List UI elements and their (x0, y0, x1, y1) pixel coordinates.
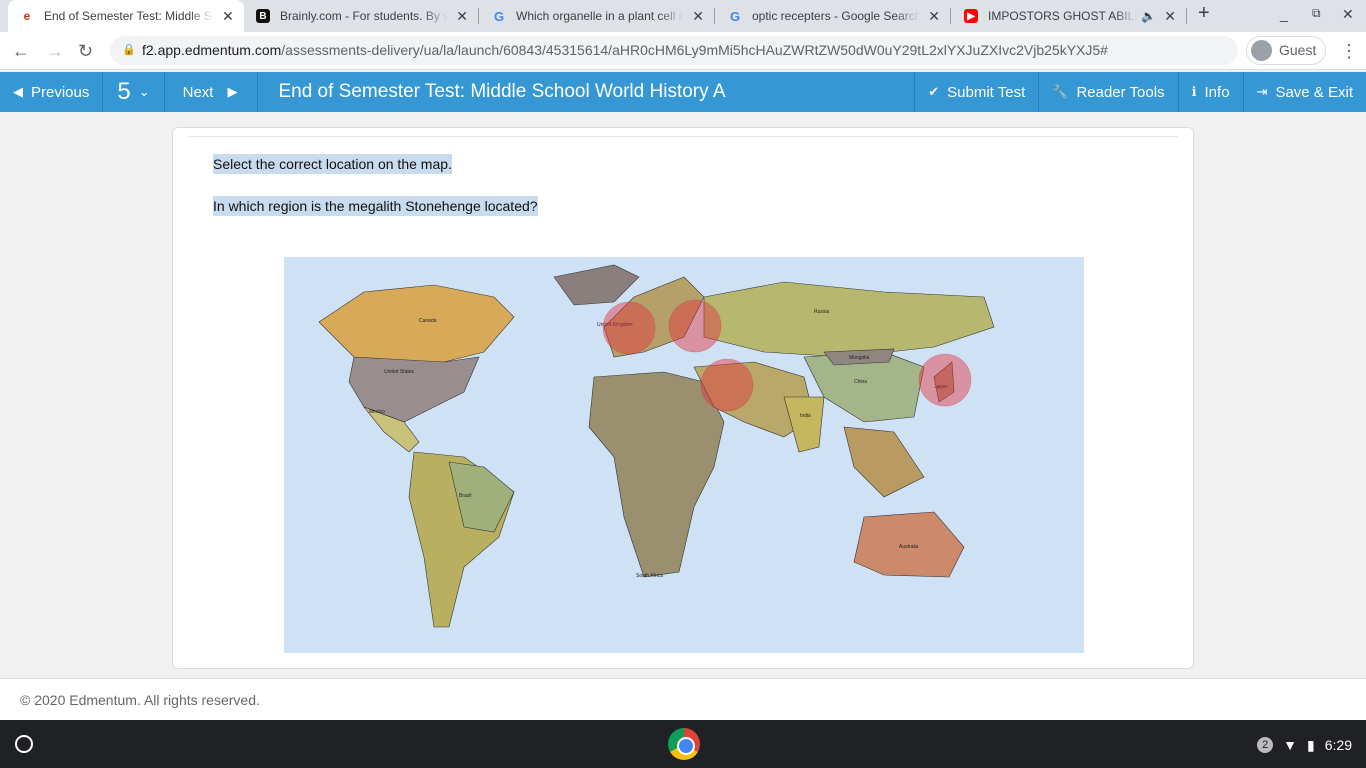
audio-icon[interactable]: 🔈 (1141, 9, 1156, 23)
tab-strip: e End of Semester Test: Middle School Wo… (0, 0, 1366, 32)
question-card: Select the correct location on the map. … (172, 127, 1194, 669)
svg-text:Canada: Canada (419, 318, 437, 324)
save-exit-button[interactable]: ⇥ Save & Exit (1242, 72, 1366, 112)
svg-text:India: India (800, 413, 811, 419)
back-icon[interactable]: ← (12, 41, 30, 62)
brainly-icon: B (256, 9, 270, 23)
world-map: Canada United States Mexico Brazil Russi… (284, 257, 1084, 653)
url-input[interactable]: 🔒 f2.app.edmentum.com/assessments-delive… (110, 36, 1238, 65)
tab-youtube[interactable]: ▶ IMPOSTORS GHOST ABILITY 🔈 ✕ (952, 0, 1186, 32)
svg-text:United States: United States (384, 369, 415, 375)
svg-text:China: China (854, 379, 867, 385)
svg-text:Mongolia: Mongolia (849, 355, 870, 361)
hotspot-western-europe[interactable] (602, 301, 656, 355)
svg-text:Brazil: Brazil (459, 493, 472, 499)
launcher-icon[interactable] (15, 735, 33, 753)
status-tray[interactable]: 2 ▼ ▮ 6:29 (1257, 734, 1352, 756)
hotspot-middle-east[interactable] (700, 358, 754, 412)
test-toolbar: ◀ Previous 5 ⌄ Next ▶ End of Semester Test:… (0, 72, 1366, 112)
google-icon: G (493, 8, 505, 24)
tab-brainly[interactable]: B Brainly.com - For students. By student… (244, 0, 478, 32)
forward-icon[interactable]: → (46, 41, 64, 62)
info-button[interactable]: ℹ Info (1177, 72, 1243, 112)
arrow-right-circle-icon: ▶ (227, 84, 238, 99)
minimize-button[interactable]: _ (1280, 6, 1288, 22)
reload-icon[interactable]: ↻ (78, 41, 93, 62)
sign-in-icon: ⇥ (1256, 84, 1268, 99)
close-tab-icon[interactable]: ✕ (222, 8, 234, 25)
page-title: End of Semester Test: Middle School Worl… (258, 72, 916, 112)
close-window-button[interactable]: ✕ (1342, 6, 1354, 23)
maximize-button[interactable]: ⧉ (1312, 6, 1321, 21)
check-circle-icon: ✔ (928, 84, 940, 99)
question-number-dropdown[interactable]: 5 ⌄ (103, 72, 165, 112)
avatar (1251, 40, 1272, 61)
svg-text:South Africa: South Africa (636, 573, 663, 579)
map-se-asia (843, 426, 925, 498)
close-tab-icon[interactable]: ✕ (928, 8, 940, 25)
tab-google-organelle[interactable]: G Which organelle in a plant cell is ✕ (480, 0, 714, 32)
battery-icon: ▮ (1307, 736, 1315, 753)
clock: 6:29 (1324, 737, 1352, 753)
chrome-icon[interactable] (668, 728, 700, 760)
wrench-icon: 🔧 (1052, 84, 1069, 99)
question-prompt: In which region is the megalith Stonehen… (213, 196, 538, 216)
next-button[interactable]: Next ▶ (165, 72, 259, 112)
tab-edmentum[interactable]: e End of Semester Test: Middle School Wo… (8, 0, 244, 32)
chevron-down-icon: ⌄ (138, 84, 150, 99)
tab-google-optic[interactable]: G optic recepters - Google Search ✕ (716, 0, 950, 32)
address-bar-row: ← → ↻ 🔒 f2.app.edmentum.com/assessments-… (0, 32, 1366, 70)
edmentum-icon: e (20, 9, 34, 23)
reader-tools-button[interactable]: 🔧 Reader Tools (1038, 72, 1177, 112)
profile-button[interactable]: Guest (1246, 36, 1326, 65)
map-russia (703, 281, 995, 358)
submit-test-button[interactable]: ✔ Submit Test (915, 72, 1038, 112)
footer: © 2020 Edmentum. All rights reserved. (0, 678, 1366, 720)
previous-button[interactable]: ◀ Previous (0, 72, 104, 112)
svg-text:Mexico: Mexico (369, 409, 385, 415)
youtube-icon: ▶ (964, 9, 978, 23)
close-tab-icon[interactable]: ✕ (456, 8, 468, 25)
google-icon: G (729, 8, 741, 24)
close-tab-icon[interactable]: ✕ (1164, 8, 1176, 25)
map-africa (588, 371, 725, 578)
wifi-icon: ▼ (1283, 737, 1298, 753)
question-instruction: Select the correct location on the map. (213, 154, 452, 174)
hotspot-eastern-europe[interactable] (668, 299, 722, 353)
svg-text:Russia: Russia (814, 309, 830, 315)
svg-text:Australia: Australia (899, 544, 919, 550)
close-tab-icon[interactable]: ✕ (692, 8, 704, 25)
menu-icon[interactable]: ⋮ (1340, 41, 1358, 62)
new-tab-button[interactable]: + (1198, 2, 1210, 25)
notification-badge: 2 (1257, 737, 1274, 753)
arrow-left-circle-icon: ◀ (13, 84, 23, 99)
lock-icon: 🔒 (122, 44, 136, 56)
hotspot-japan[interactable] (918, 353, 972, 407)
map-canada (318, 284, 515, 368)
info-icon: ℹ (1191, 84, 1197, 99)
map-greenland (553, 264, 640, 306)
